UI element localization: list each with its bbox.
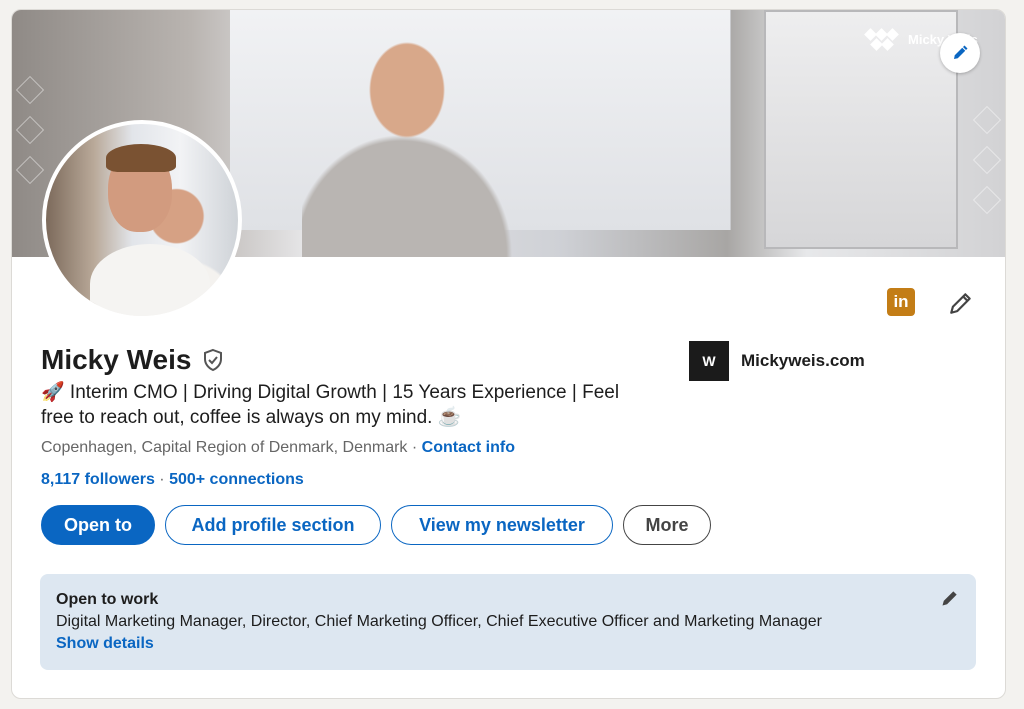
contact-info-link[interactable]: Contact info	[422, 439, 515, 456]
edit-intro-button[interactable]	[946, 288, 976, 318]
current-company[interactable]: W Mickyweis.com	[689, 341, 865, 381]
pencil-icon	[942, 591, 957, 606]
edit-open-to-work-button[interactable]	[940, 588, 962, 610]
open-to-work-roles: Digital Marketing Manager, Director, Chi…	[56, 613, 822, 630]
profile-stats: 8,117 followers · 500+ connections	[41, 471, 304, 488]
profile-actions: Open to Add profile section View my news…	[41, 505, 711, 545]
pencil-icon	[950, 293, 971, 314]
view-newsletter-button[interactable]: View my newsletter	[391, 505, 613, 545]
open-to-work-title: Open to work	[56, 591, 159, 608]
connections-link[interactable]: 500+ connections	[169, 471, 304, 488]
open-to-button[interactable]: Open to	[41, 505, 155, 545]
linkedin-badge-icon[interactable]: in	[887, 288, 915, 316]
pattern-decoration	[15, 75, 45, 105]
pattern-decoration	[15, 115, 45, 145]
pattern-decoration	[972, 145, 1002, 175]
profile-avatar[interactable]	[42, 120, 242, 320]
add-profile-section-button[interactable]: Add profile section	[165, 505, 381, 545]
profile-name: Micky Weis	[41, 344, 225, 376]
profile-headline: 🚀 Interim CMO | Driving Digital Growth |…	[41, 382, 620, 428]
pattern-decoration	[15, 155, 45, 185]
show-details-link[interactable]: Show details	[56, 635, 960, 653]
open-to-work-box: Open to work Digital Marketing Manager, …	[40, 574, 976, 670]
brand-mark-icon	[864, 28, 900, 51]
edit-cover-button[interactable]	[940, 33, 980, 73]
profile-location: Copenhagen, Capital Region of Denmark, D…	[41, 439, 515, 456]
pattern-decoration	[972, 105, 1002, 135]
pencil-icon	[954, 45, 968, 59]
shield-check-icon[interactable]	[201, 348, 225, 372]
company-name: Mickyweis.com	[741, 351, 865, 370]
more-button[interactable]: More	[623, 505, 711, 545]
presenter-figure	[302, 35, 512, 257]
followers-link[interactable]: 8,117 followers	[41, 471, 155, 488]
company-logo: W	[689, 341, 729, 381]
profile-card: Micky Weis in Micky Weis 🚀 Interim CMO |…	[11, 9, 1006, 699]
pattern-decoration	[972, 185, 1002, 215]
